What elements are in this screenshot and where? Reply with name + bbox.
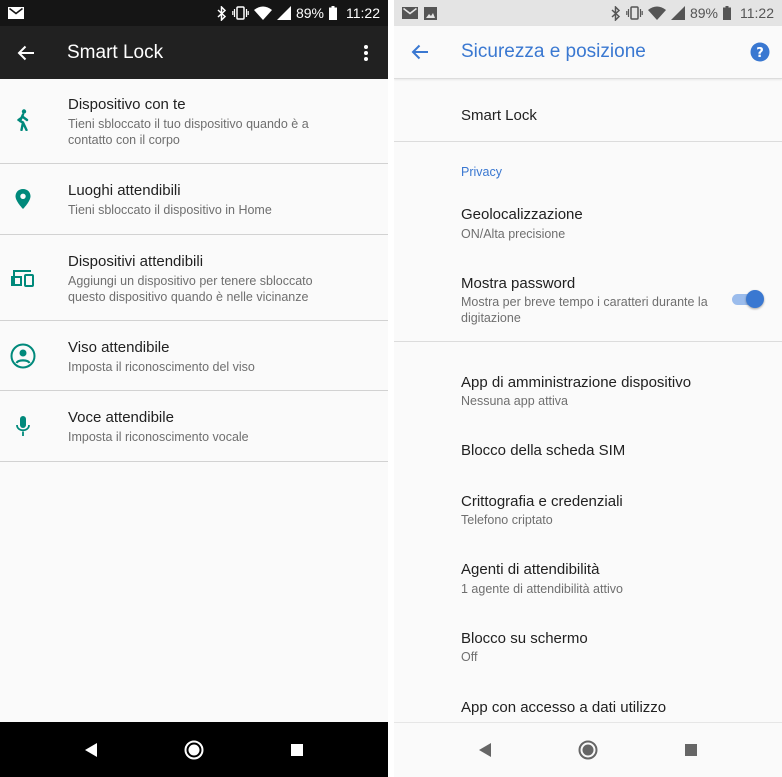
list-item-trusted-voice[interactable]: Voce attendibile Imposta il riconoscimen… — [0, 391, 388, 462]
list-item-title: Voce attendibile — [68, 409, 174, 426]
list-item-subtitle: Aggiungi un dispositivo per tenere sbloc… — [68, 274, 313, 304]
page-title: Sicurezza e posizione — [461, 41, 646, 62]
nav-recents-button[interactable] — [267, 722, 327, 777]
page-title: Smart Lock — [67, 41, 164, 63]
settings-item-title: Agenti di attendibilità — [461, 561, 600, 578]
settings-item-subtitle: 1 agente di attendibilità attivo — [461, 582, 623, 596]
settings-item-subtitle: ON/Alta precisione — [461, 227, 566, 241]
battery-icon — [329, 6, 337, 20]
back-button[interactable] — [0, 26, 52, 79]
triangle-back-icon — [85, 742, 98, 757]
settings-item-title: App con accesso a dati utilizzo — [461, 699, 667, 716]
list-item-subtitle: Tieni sbloccato il dispositivo in Home — [68, 203, 272, 217]
divider — [394, 341, 782, 342]
list-item-on-body[interactable]: Dispositivo con te Tieni sbloccato il tu… — [0, 79, 388, 164]
settings-item-subtitle: Mostra per breve tempo i caratteri duran… — [461, 295, 708, 325]
walking-person-icon — [10, 107, 36, 133]
app-bar: Sicurezza e posizione ? — [394, 26, 782, 79]
gmail-icon — [402, 7, 418, 19]
list-item-trusted-devices[interactable]: Dispositivi attendibili Aggiungi un disp… — [0, 235, 388, 321]
wifi-icon — [647, 6, 666, 20]
square-recents-icon — [290, 743, 303, 756]
settings-item-title: App di amministrazione dispositivo — [461, 374, 692, 391]
vibrate-icon — [232, 6, 249, 20]
settings-item-subtitle: Off — [461, 650, 478, 664]
nav-home-button[interactable] — [558, 723, 618, 777]
vibrate-icon — [626, 6, 643, 20]
face-icon — [10, 343, 36, 369]
image-icon — [424, 6, 437, 20]
settings-item-title: Mostra password — [461, 275, 576, 292]
smart-lock-screen: 89% 11:22 Smart Lock Dispositivo con te … — [0, 0, 388, 777]
devices-icon — [10, 265, 36, 291]
signal-icon — [670, 6, 685, 20]
list-item-title: Dispositivi attendibili — [68, 253, 204, 270]
toggle-thumb — [746, 290, 764, 308]
divider — [394, 141, 782, 142]
battery-percent: 89% — [689, 5, 718, 21]
help-button[interactable]: ? — [738, 26, 782, 79]
clock: 11:22 — [346, 5, 380, 21]
circle-home-icon — [578, 740, 598, 760]
status-bar: 89% 11:22 — [0, 0, 388, 26]
list-item-trusted-face[interactable]: Viso attendibile Imposta il riconoscimen… — [0, 321, 388, 391]
battery-percent: 89% — [295, 5, 324, 21]
nav-recents-button[interactable] — [661, 723, 721, 777]
settings-item-title: Geolocalizzazione — [461, 206, 583, 223]
status-bar: 89% 11:22 — [394, 0, 782, 26]
more-vert-icon — [364, 44, 368, 61]
list-item-title: Dispositivo con te — [68, 96, 186, 113]
show-password-toggle[interactable] — [730, 290, 764, 308]
list-item-trusted-places[interactable]: Luoghi attendibili Tieni sbloccato il di… — [0, 164, 388, 235]
circle-home-icon — [184, 740, 204, 759]
microphone-icon — [10, 413, 36, 439]
back-button[interactable] — [394, 26, 446, 79]
settings-item-title: Blocco della scheda SIM — [461, 442, 626, 459]
settings-item-title: Blocco su schermo — [461, 630, 588, 647]
clock: 11:22 — [740, 5, 774, 21]
help-icon: ? — [750, 42, 770, 62]
settings-item-subtitle: Nessuna app attiva — [461, 394, 569, 408]
nav-home-button[interactable] — [164, 722, 224, 777]
nav-back-button[interactable] — [61, 722, 121, 777]
arrow-back-icon — [17, 45, 34, 60]
category-header-privacy: Privacy — [461, 165, 502, 179]
arrow-back-icon — [411, 44, 428, 60]
square-recents-icon — [684, 744, 697, 756]
gmail-icon — [8, 7, 24, 19]
list-item-subtitle: Tieni sbloccato il tuo dispositivo quand… — [68, 117, 309, 147]
wifi-icon — [253, 6, 272, 20]
navigation-bar — [0, 722, 388, 777]
list-item-title: Luoghi attendibili — [68, 182, 181, 199]
list-item-subtitle: Imposta il riconoscimento vocale — [68, 430, 249, 444]
app-bar: Smart Lock — [0, 26, 388, 79]
overflow-menu-button[interactable] — [344, 26, 388, 79]
triangle-back-icon — [479, 743, 492, 757]
list-item-subtitle: Imposta il riconoscimento del viso — [68, 360, 255, 374]
list-item-title: Viso attendibile — [68, 339, 170, 356]
bluetooth-icon — [611, 5, 621, 21]
signal-icon — [276, 6, 291, 20]
settings-item-subtitle: Telefono criptato — [461, 513, 553, 527]
bluetooth-icon — [217, 5, 227, 21]
battery-icon — [723, 6, 731, 20]
navigation-bar — [394, 722, 782, 777]
nav-back-button[interactable] — [455, 723, 515, 777]
security-location-screen: 89% 11:22 Sicurezza e posizione ? Smart … — [394, 0, 782, 777]
settings-item-title: Crittografia e credenziali — [461, 493, 623, 510]
settings-item-title: Smart Lock — [461, 107, 537, 124]
svg-text:?: ? — [756, 46, 764, 61]
location-pin-icon — [10, 186, 36, 212]
